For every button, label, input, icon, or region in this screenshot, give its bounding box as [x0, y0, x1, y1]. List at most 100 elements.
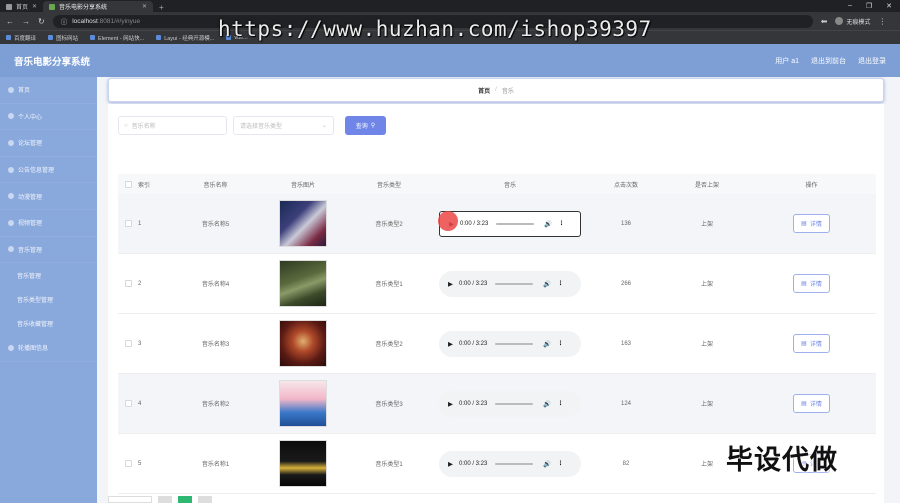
audio-player[interactable]: ▶ 0:00 / 3:23 🔊 ⋮ — [439, 450, 581, 477]
sidebar-item-forum[interactable]: 论坛管理 — [0, 130, 97, 157]
logout-link[interactable]: 退出登录 — [858, 56, 886, 66]
column-header: 音乐名称 — [203, 182, 228, 189]
detail-button[interactable]: ▤ 详情 — [793, 394, 830, 413]
bookmark-item[interactable]: Element - 网站快... — [90, 34, 144, 42]
breadcrumb-home[interactable]: 首页 — [478, 86, 490, 95]
row-checkbox[interactable] — [124, 460, 132, 467]
table-row: 3 音乐名称3 音乐类型2 ▶ 0:00 / 3:23 🔊 ⋮ 163 上架 ▤… — [118, 314, 876, 374]
new-tab-icon[interactable]: + — [153, 3, 170, 12]
sidebar-item-home[interactable]: 首页 — [0, 77, 97, 104]
table-row: 2 音乐名称4 音乐类型1 ▶ 0:00 / 3:23 🔊 ⋮ 266 上架 ▤… — [118, 254, 876, 314]
sidebar-item-anime[interactable]: 动漫管理 — [0, 183, 97, 210]
audio-player[interactable]: ▶ 0:00 / 3:23 🔊 ⋮ — [439, 210, 581, 237]
volume-icon[interactable]: 🔊 — [543, 280, 551, 288]
music-type: 音乐类型2 — [375, 222, 403, 228]
prev-page-button[interactable] — [158, 496, 172, 503]
seek-bar[interactable] — [495, 402, 534, 405]
back-icon[interactable]: ← — [6, 17, 14, 26]
select-all-checkbox[interactable] — [124, 180, 132, 188]
detail-button[interactable]: ▤ 详情 — [793, 214, 830, 233]
volume-icon[interactable]: 🔊 — [543, 460, 551, 468]
detail-button[interactable]: ▤ 详情 — [793, 274, 830, 293]
sidebar-item-profile[interactable]: 个人中心 — [0, 104, 97, 131]
search-icon: ⚲ — [370, 123, 376, 129]
more-options-icon[interactable]: ⋮ — [558, 220, 564, 227]
play-icon[interactable]: ▶ — [448, 340, 453, 348]
bookmark-item[interactable]: Layui - 经典开源模... — [156, 34, 214, 42]
tab-label: 首页 — [16, 5, 29, 11]
extension-icon[interactable]: ⬅ — [821, 17, 828, 26]
status-badge: 上架 — [700, 282, 713, 288]
app-title: 音乐电影分享系统 — [14, 56, 91, 68]
seek-bar[interactable] — [495, 342, 534, 345]
query-button[interactable]: 查询 ⚲ — [345, 116, 386, 135]
play-icon[interactable]: ▶ — [448, 280, 453, 288]
tab-label: 音乐电影分享系统 — [59, 5, 108, 11]
sidebar-item-carousel[interactable]: 轮播图信息 — [0, 335, 97, 362]
page-size-select[interactable] — [108, 496, 152, 503]
row-checkbox[interactable] — [124, 220, 132, 227]
bookmark-icon — [6, 35, 11, 40]
sidebar-item-music[interactable]: 音乐管理 — [0, 237, 97, 264]
page-number-current[interactable] — [178, 496, 192, 503]
more-options-icon[interactable]: ⋮ — [557, 280, 563, 287]
music-type-select[interactable]: 请选择音乐类型 ⌄ — [233, 116, 334, 135]
play-icon[interactable]: ▶ — [448, 400, 453, 408]
more-options-icon[interactable]: ⋮ — [557, 340, 563, 347]
table-row: 1 音乐名称5 音乐类型2 ▶ 0:00 / 3:23 🔊 ⋮ 136 上架 ▤… — [118, 194, 876, 254]
minimize-icon[interactable]: – — [848, 2, 852, 10]
more-options-icon[interactable]: ⋮ — [557, 400, 563, 407]
sidebar-subitem-music-favorites[interactable]: 音乐收藏管理 — [0, 311, 97, 335]
audio-player[interactable]: ▶ 0:00 / 3:23 🔊 ⋮ — [439, 390, 581, 417]
sidebar-item-notice[interactable]: 公告信息管理 — [0, 157, 97, 184]
sidebar-subitem-music-type[interactable]: 音乐类型管理 — [0, 287, 97, 311]
breadcrumb-current: 音乐 — [501, 88, 514, 95]
row-checkbox[interactable] — [124, 400, 132, 407]
next-page-button[interactable] — [198, 496, 212, 503]
reload-icon[interactable]: ↻ — [38, 17, 45, 26]
music-cover-image — [279, 260, 327, 307]
detail-button[interactable]: ▤ 详情 — [793, 334, 830, 353]
volume-icon[interactable]: 🔊 — [543, 400, 551, 408]
tab-home[interactable]: 首页 ✕ — [0, 1, 43, 12]
audio-player[interactable]: ▶ 0:00 / 3:23 🔊 ⋮ — [439, 270, 581, 297]
status-badge: 上架 — [700, 342, 713, 348]
seek-bar[interactable] — [496, 222, 535, 225]
volume-icon[interactable]: 🔊 — [544, 220, 552, 228]
document-icon: ▤ — [801, 401, 807, 407]
sidebar-subitem-music[interactable]: 音乐管理 — [0, 263, 97, 287]
bookmark-item[interactable]: 图标网站 — [48, 34, 78, 42]
profile-button[interactable]: 无痕模式 — [835, 17, 870, 26]
row-index: 5 — [138, 460, 142, 467]
play-icon[interactable]: ▶ — [448, 460, 453, 468]
column-header: 点击次数 — [613, 182, 638, 189]
search-bar: ○ 音乐名称 请选择音乐类型 ⌄ 查询 ⚲ — [118, 116, 386, 135]
maximize-icon[interactable]: ❐ — [866, 2, 872, 10]
forum-icon — [8, 139, 14, 146]
seek-bar[interactable] — [495, 462, 534, 465]
forward-icon[interactable]: → — [22, 17, 30, 26]
volume-icon[interactable]: 🔊 — [543, 340, 551, 348]
back-to-front-link[interactable]: 退出到前台 — [811, 56, 846, 66]
close-icon[interactable]: ✕ — [32, 3, 37, 10]
bookmark-item[interactable]: 百度翻译 — [6, 34, 36, 42]
page-icon — [6, 3, 12, 10]
row-checkbox[interactable] — [124, 340, 132, 347]
column-header: 操作 — [805, 182, 818, 189]
document-icon: ▤ — [801, 341, 807, 347]
play-count: 266 — [620, 280, 631, 287]
menu-icon[interactable]: ⋮ — [878, 17, 886, 26]
row-index: 1 — [138, 220, 142, 227]
column-header: 音乐类型 — [376, 182, 401, 189]
seek-bar[interactable] — [495, 282, 534, 285]
close-window-icon[interactable]: ✕ — [886, 2, 892, 10]
tab-music-system[interactable]: 音乐电影分享系统 ✕ — [43, 1, 154, 12]
audio-player[interactable]: ▶ 0:00 / 3:23 🔊 ⋮ — [439, 330, 581, 357]
sidebar-item-video[interactable]: 视频管理 — [0, 210, 97, 237]
close-icon[interactable]: ✕ — [142, 3, 147, 10]
incognito-avatar — [835, 17, 844, 25]
row-checkbox[interactable] — [124, 280, 132, 287]
status-badge: 上架 — [700, 402, 713, 408]
more-options-icon[interactable]: ⋮ — [557, 460, 563, 467]
music-name-input[interactable]: ○ 音乐名称 — [118, 116, 227, 135]
